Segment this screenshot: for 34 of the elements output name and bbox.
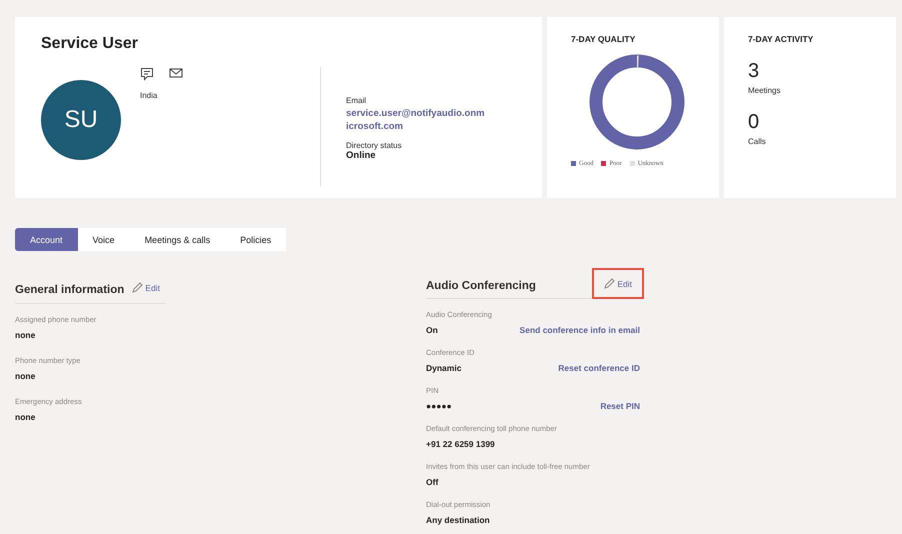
section-title: General information bbox=[15, 284, 124, 296]
field-value: none bbox=[15, 330, 36, 340]
section-title: Audio Conferencing bbox=[426, 280, 536, 292]
pencil-icon bbox=[132, 282, 144, 293]
edit-link[interactable]: Edit bbox=[592, 268, 644, 299]
chat-icon[interactable] bbox=[140, 67, 154, 81]
user-name: Service User bbox=[41, 35, 139, 53]
edit-link[interactable]: Edit bbox=[128, 278, 164, 297]
action-link[interactable]: Reset conference ID bbox=[558, 363, 640, 373]
field-value: Dynamic bbox=[426, 363, 462, 373]
stat-value: 3 bbox=[748, 60, 760, 83]
field-value: +91 22 6259 1399 bbox=[426, 439, 495, 449]
action-link[interactable]: Send conference info in email bbox=[520, 325, 640, 335]
pencil-icon bbox=[604, 278, 616, 289]
stat-value: 0 bbox=[748, 111, 760, 134]
mail-icon[interactable] bbox=[169, 67, 183, 79]
card-title: 7-DAY ACTIVITY bbox=[748, 34, 814, 44]
card-title: 7-DAY QUALITY bbox=[571, 34, 636, 44]
location-text: India bbox=[140, 91, 158, 100]
stat-label: Calls bbox=[748, 137, 767, 146]
field-value: Any destination bbox=[426, 515, 490, 525]
field-value: none bbox=[15, 412, 36, 422]
field-label: Directory status bbox=[346, 141, 403, 150]
field-value: Off bbox=[426, 477, 438, 487]
field-value: ●●●●● bbox=[426, 401, 452, 411]
field-value: none bbox=[15, 371, 36, 381]
avatar: SU bbox=[41, 80, 121, 160]
field-label: Email bbox=[346, 96, 368, 105]
action-link[interactable]: Reset PIN bbox=[600, 401, 640, 411]
tab[interactable]: Account bbox=[15, 228, 78, 251]
field-value: Online bbox=[346, 150, 377, 161]
email-link[interactable]: service.user@notifyaudio.onm icrosoft.com bbox=[346, 107, 486, 133]
stat-label: Meetings bbox=[748, 86, 782, 95]
field-value: On bbox=[426, 325, 438, 335]
